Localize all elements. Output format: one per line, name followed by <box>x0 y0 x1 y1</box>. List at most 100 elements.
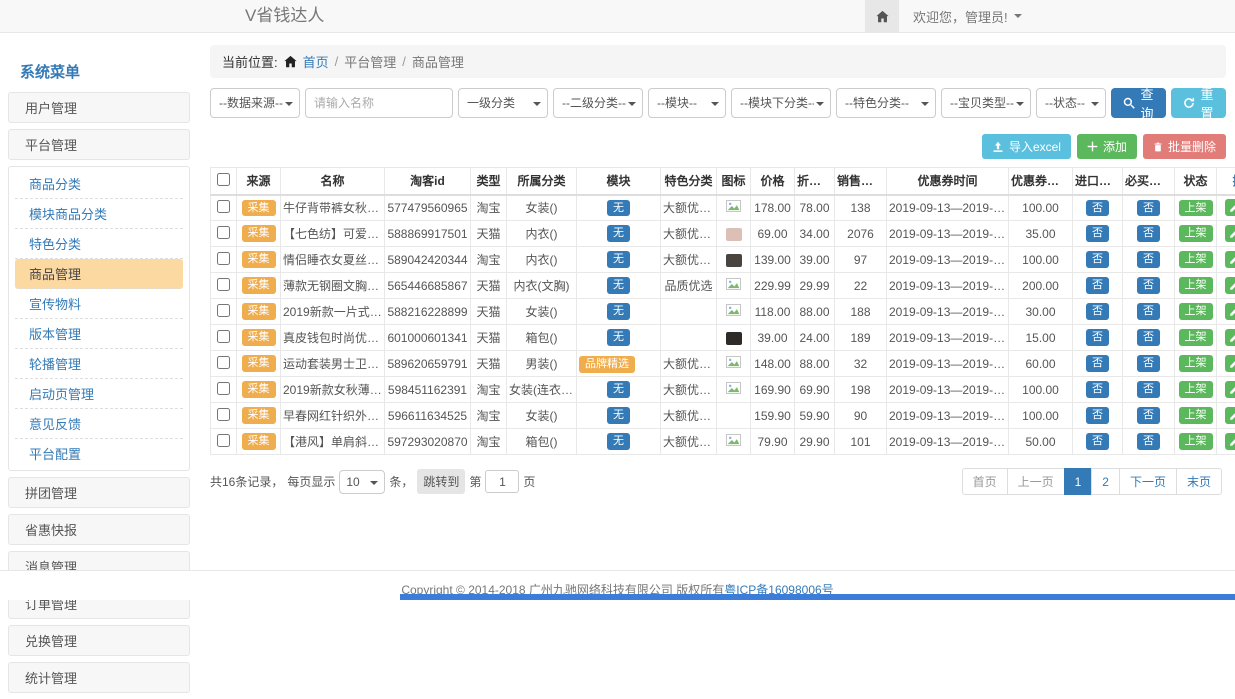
edit-button[interactable] <box>1225 329 1235 346</box>
status-toggle[interactable]: 上架 <box>1179 355 1213 371</box>
sidebar-subitem-5[interactable]: 版本管理 <box>15 319 183 349</box>
row-checkbox[interactable] <box>217 330 230 343</box>
must-buy-toggle[interactable]: 否 <box>1137 303 1160 319</box>
query-button[interactable]: 查询 <box>1111 88 1166 118</box>
filter-select-feature-category[interactable]: --特色分类-- <box>837 89 935 117</box>
sidebar-group-0[interactable]: 拼团管理 <box>8 477 190 508</box>
status-toggle[interactable]: 上架 <box>1179 407 1213 423</box>
sidebar-group-user-management[interactable]: 用户管理 <box>8 92 190 123</box>
add-button[interactable]: 添加 <box>1077 134 1137 159</box>
row-checkbox[interactable] <box>217 408 230 421</box>
sidebar-group-platform-management[interactable]: 平台管理 <box>8 129 190 160</box>
filter-select-status[interactable]: --状态-- <box>1037 89 1105 117</box>
must-buy-toggle[interactable]: 否 <box>1137 200 1160 216</box>
row-checkbox[interactable] <box>217 200 230 213</box>
edit-button[interactable] <box>1225 407 1235 424</box>
import-select-toggle[interactable]: 否 <box>1086 329 1109 345</box>
per-page-select[interactable]: 10 <box>340 471 384 493</box>
import-select-toggle[interactable]: 否 <box>1086 277 1109 293</box>
status-toggle[interactable]: 上架 <box>1179 251 1213 267</box>
filter-select-module[interactable]: --模块-- <box>649 89 725 117</box>
status-toggle[interactable]: 上架 <box>1179 225 1213 241</box>
must-buy-toggle[interactable]: 否 <box>1137 381 1160 397</box>
edit-button[interactable] <box>1225 381 1235 398</box>
sidebar-group-1[interactable]: 省惠快报 <box>8 514 190 545</box>
edit-button[interactable] <box>1225 303 1235 320</box>
must-buy-toggle[interactable]: 否 <box>1137 407 1160 423</box>
row-checkbox[interactable] <box>217 278 230 291</box>
home-button[interactable] <box>865 0 899 32</box>
pager-button-2[interactable]: 2 <box>1091 468 1120 495</box>
price: 79.90 <box>751 429 795 455</box>
pager-button-首页[interactable]: 首页 <box>962 468 1008 495</box>
select-all-checkbox[interactable] <box>217 173 230 186</box>
batch-delete-button[interactable]: 批量删除 <box>1143 134 1226 159</box>
sidebar-subitem-7[interactable]: 启动页管理 <box>15 379 183 409</box>
pager-button-1[interactable]: 1 <box>1064 468 1093 495</box>
user-menu[interactable]: 欢迎您，管理员! <box>899 0 1036 32</box>
module-badge: 无 <box>607 381 630 397</box>
filter-select-module-subcategory[interactable]: --模块下分类-- <box>732 89 830 117</box>
pager-button-上一页[interactable]: 上一页 <box>1007 468 1065 495</box>
sidebar-subitem-8[interactable]: 意见反馈 <box>15 409 183 439</box>
sidebar-subitem-3[interactable]: 商品管理 <box>15 259 183 289</box>
reset-button[interactable]: 重置 <box>1171 88 1226 118</box>
pager-button-下一页[interactable]: 下一页 <box>1119 468 1177 495</box>
taoke-id: 588869917501 <box>385 221 471 247</box>
sidebar-group-5[interactable]: 统计管理 <box>8 662 190 693</box>
edit-button[interactable] <box>1225 251 1235 268</box>
row-checkbox[interactable] <box>217 252 230 265</box>
status-toggle[interactable]: 上架 <box>1179 200 1213 216</box>
filter-select-data-source[interactable]: --数据来源-- <box>211 89 299 117</box>
feature-category: 大额优惠券 <box>661 221 717 247</box>
sidebar-subitem-1[interactable]: 模块商品分类 <box>15 199 183 229</box>
row-checkbox[interactable] <box>217 382 230 395</box>
edit-button[interactable] <box>1225 225 1235 242</box>
sidebar-subitem-2[interactable]: 特色分类 <box>15 229 183 259</box>
edit-button[interactable] <box>1225 355 1235 372</box>
must-buy-toggle[interactable]: 否 <box>1137 251 1160 267</box>
import-select-toggle[interactable]: 否 <box>1086 433 1109 449</box>
must-buy-toggle[interactable]: 否 <box>1137 329 1160 345</box>
sidebar-subitem-6[interactable]: 轮播管理 <box>15 349 183 379</box>
must-buy-toggle[interactable]: 否 <box>1137 277 1160 293</box>
jump-button[interactable]: 跳转到 <box>417 469 465 494</box>
must-buy-toggle[interactable]: 否 <box>1137 225 1160 241</box>
import-select-toggle[interactable]: 否 <box>1086 355 1109 371</box>
table-row: 采集【七色纺】可爱纯棉家...588869917501天猫内衣()无大额优惠券6… <box>211 221 1235 247</box>
sidebar-subitem-9[interactable]: 平台配置 <box>15 439 183 468</box>
status-toggle[interactable]: 上架 <box>1179 433 1213 449</box>
filter-select-first-category[interactable]: 一级分类 <box>459 89 547 117</box>
import-select-toggle[interactable]: 否 <box>1086 251 1109 267</box>
import-select-toggle[interactable]: 否 <box>1086 381 1109 397</box>
filter-select-item-type[interactable]: --宝贝类型-- <box>942 89 1030 117</box>
must-buy-toggle[interactable]: 否 <box>1137 433 1160 449</box>
sidebar-subitem-0[interactable]: 商品分类 <box>15 169 183 199</box>
import-select-toggle[interactable]: 否 <box>1086 407 1109 423</box>
sidebar-subitem-4[interactable]: 宣传物料 <box>15 289 183 319</box>
name-search-input[interactable] <box>305 88 453 118</box>
row-checkbox[interactable] <box>217 356 230 369</box>
edit-button[interactable] <box>1225 433 1235 450</box>
row-checkbox[interactable] <box>217 226 230 239</box>
import-select-toggle[interactable]: 否 <box>1086 200 1109 216</box>
status-toggle[interactable]: 上架 <box>1179 329 1213 345</box>
row-checkbox[interactable] <box>217 434 230 447</box>
pager-button-末页[interactable]: 末页 <box>1176 468 1222 495</box>
import-select-toggle[interactable]: 否 <box>1086 303 1109 319</box>
filter-select-second-category[interactable]: --二级分类-- <box>554 89 642 117</box>
sidebar-group-4[interactable]: 兑换管理 <box>8 625 190 656</box>
price: 148.00 <box>751 351 795 377</box>
column-header: 名称 <box>281 168 385 195</box>
row-checkbox[interactable] <box>217 304 230 317</box>
import-excel-button[interactable]: 导入excel <box>982 134 1071 159</box>
status-toggle[interactable]: 上架 <box>1179 303 1213 319</box>
status-toggle[interactable]: 上架 <box>1179 381 1213 397</box>
status-toggle[interactable]: 上架 <box>1179 277 1213 293</box>
breadcrumb-home-link[interactable]: 首页 <box>303 52 329 71</box>
import-select-toggle[interactable]: 否 <box>1086 225 1109 241</box>
edit-button[interactable] <box>1225 277 1235 294</box>
must-buy-toggle[interactable]: 否 <box>1137 355 1160 371</box>
page-number-input[interactable] <box>485 470 519 493</box>
edit-button[interactable] <box>1225 199 1235 216</box>
